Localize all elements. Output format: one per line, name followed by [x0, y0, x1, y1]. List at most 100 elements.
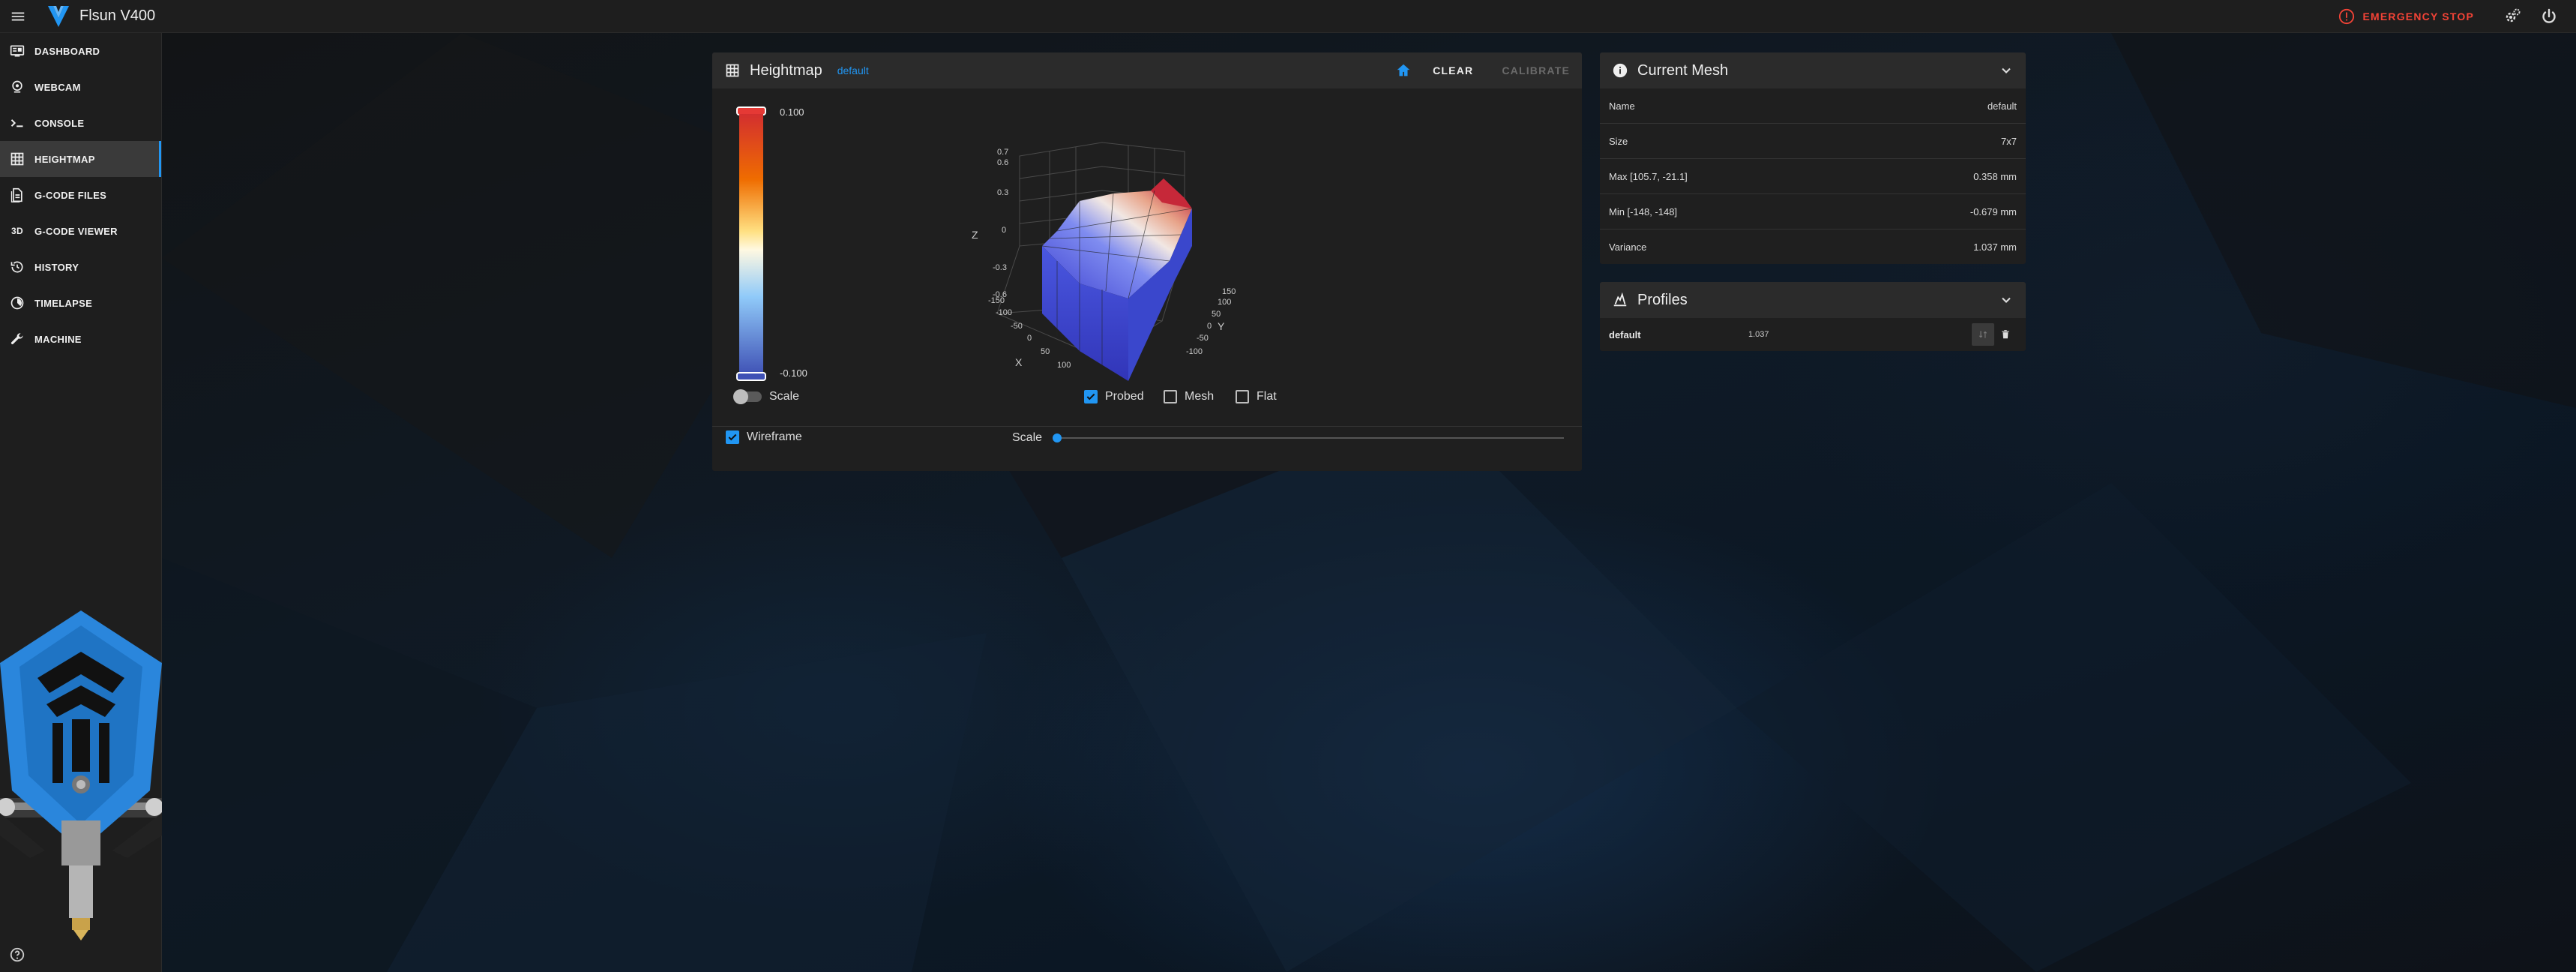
settings-button[interactable]: [2497, 0, 2530, 33]
x-tick: -100: [996, 308, 1012, 317]
emergency-stop-button[interactable]: EMERGENCY STOP: [2338, 8, 2474, 25]
heightmap-panel: Heightmap default CLEAR CALIBRATE 0.100 …: [712, 52, 1582, 471]
profiles-title: Profiles: [1637, 291, 1688, 308]
scale-min-handle[interactable]: [736, 372, 766, 381]
wireframe-checkbox[interactable]: Wireframe: [726, 430, 802, 444]
flat-label: Flat: [1257, 390, 1277, 403]
profiles-panel: Profiles default 1.037: [1600, 282, 2026, 351]
info-icon: [1612, 62, 1628, 79]
row-label: Size: [1609, 135, 1628, 147]
sidebar: DASHBOARD WEBCAM CONSOLE HEIGHTMAP G-COD…: [0, 33, 162, 972]
check-icon: [1086, 393, 1095, 400]
z-tick: 0.3: [997, 188, 1008, 197]
emergency-stop-label: EMERGENCY STOP: [2362, 10, 2474, 22]
history-icon: [9, 259, 25, 275]
chevron-down-icon[interactable]: [1999, 292, 2014, 308]
profiles-header[interactable]: Profiles: [1600, 282, 2026, 318]
home-button[interactable]: [1395, 62, 1412, 79]
sidebar-item-webcam[interactable]: WEBCAM: [0, 69, 161, 105]
grid-icon: [9, 151, 25, 167]
mesh-row-size: Size 7x7: [1600, 124, 2026, 159]
y-tick: 50: [1212, 310, 1221, 319]
mesh-row-name: Name default: [1600, 88, 2026, 124]
menu-icon: [11, 12, 25, 20]
sidebar-item-label: G-CODE VIEWER: [34, 225, 118, 237]
sidebar-item-history[interactable]: HISTORY: [0, 249, 161, 285]
x-tick: 50: [1041, 347, 1050, 356]
z-tick: 0.6: [997, 158, 1008, 167]
calibrate-button[interactable]: CALIBRATE: [1502, 64, 1570, 76]
alert-circle-icon: [2339, 8, 2355, 24]
sidebar-item-gcode-files[interactable]: G-CODE FILES: [0, 177, 161, 213]
printer-image: [0, 610, 162, 940]
x-tick: -50: [1011, 322, 1023, 331]
z-tick: -0.3: [993, 263, 1007, 272]
webcam-icon: [9, 79, 25, 95]
power-button[interactable]: [2533, 0, 2566, 33]
swap-icon: [1978, 331, 1987, 338]
probed-checkbox[interactable]: Probed: [1084, 390, 1144, 404]
trash-icon: [2002, 330, 2009, 339]
sidebar-item-machine[interactable]: MACHINE: [0, 321, 161, 357]
wireframe-label: Wireframe: [747, 430, 802, 443]
mesh-row-max: Max [105.7, -21.1] 0.358 mm: [1600, 159, 2026, 194]
y-axis-label: Y: [1218, 320, 1225, 332]
current-mesh-header[interactable]: Current Mesh: [1600, 52, 2026, 88]
scale-slider[interactable]: [1053, 434, 1564, 442]
delete-profile-button[interactable]: [1994, 323, 2017, 346]
sidebar-item-timelapse[interactable]: TIMELAPSE: [0, 285, 161, 321]
scale-toggle-label: Scale: [769, 390, 800, 403]
wrench-icon: [9, 331, 25, 347]
checkbox-checked[interactable]: [726, 430, 739, 444]
slider-thumb[interactable]: [1053, 434, 1062, 442]
z-axis-label: Z: [972, 229, 978, 241]
load-profile-button[interactable]: [1972, 323, 1994, 346]
row-value: -0.679 mm: [1969, 206, 2017, 218]
sidebar-item-label: MACHINE: [34, 333, 82, 345]
heightmap-title: Heightmap: [750, 62, 822, 79]
scale-slider-label: Scale: [1012, 431, 1043, 444]
gears-icon: [2506, 8, 2521, 22]
grid-icon: [724, 62, 741, 79]
toggle-switch[interactable]: [733, 389, 762, 404]
menu-button[interactable]: [1, 0, 34, 33]
sidebar-item-label: HISTORY: [34, 261, 79, 273]
mesh-checkbox[interactable]: Mesh: [1164, 390, 1214, 404]
help-icon[interactable]: [9, 946, 25, 963]
heightmap-body: 0.100 -0.100 Z 0.7 0.6 0.3 0 -0.3 -0.6 -…: [712, 88, 1582, 482]
sidebar-item-gcode-viewer[interactable]: 3D G-CODE VIEWER: [0, 213, 161, 249]
heightmap-3d-plot[interactable]: Z 0.7 0.6 0.3 0 -0.3 -0.6 -150 -100 -50 …: [967, 134, 1267, 388]
sidebar-item-dashboard[interactable]: DASHBOARD: [0, 33, 161, 69]
sidebar-item-label: G-CODE FILES: [34, 189, 107, 201]
checkbox-unchecked[interactable]: [1164, 390, 1177, 404]
sidebar-item-label: DASHBOARD: [34, 45, 100, 57]
profile-name: default: [837, 64, 869, 76]
scale-min-label: -0.100: [780, 368, 807, 379]
scale-toggle[interactable]: Scale: [733, 389, 800, 404]
row-value: 1.037 mm: [1973, 242, 2017, 253]
chevron-down-icon[interactable]: [1999, 63, 2014, 78]
sidebar-item-label: HEIGHTMAP: [34, 153, 95, 165]
app-title: Flsun V400: [79, 8, 156, 24]
sidebar-item-label: CONSOLE: [34, 117, 85, 129]
sidebar-item-heightmap[interactable]: HEIGHTMAP: [0, 141, 161, 177]
flat-checkbox[interactable]: Flat: [1236, 390, 1277, 404]
profile-variance: 1.037: [1748, 330, 1769, 339]
dashboard-icon: [9, 43, 25, 59]
row-label: Name: [1609, 100, 1635, 112]
clear-button[interactable]: CLEAR: [1433, 64, 1473, 76]
y-tick: 100: [1218, 298, 1231, 307]
home-icon: [1397, 64, 1410, 76]
checkbox-unchecked[interactable]: [1236, 390, 1249, 404]
divider: [712, 426, 1582, 427]
checkbox-checked[interactable]: [1084, 390, 1098, 404]
sidebar-item-console[interactable]: CONSOLE: [0, 105, 161, 141]
console-icon: [9, 115, 25, 131]
row-value: 7x7: [2001, 135, 2017, 147]
y-tick: 0: [1207, 322, 1212, 331]
mesh-row-min: Min [-148, -148] -0.679 mm: [1600, 194, 2026, 230]
check-icon: [728, 434, 737, 441]
x-axis-label: X: [1015, 356, 1023, 368]
profile-row[interactable]: default 1.037: [1600, 318, 2026, 351]
x-tick: 0: [1027, 334, 1032, 343]
